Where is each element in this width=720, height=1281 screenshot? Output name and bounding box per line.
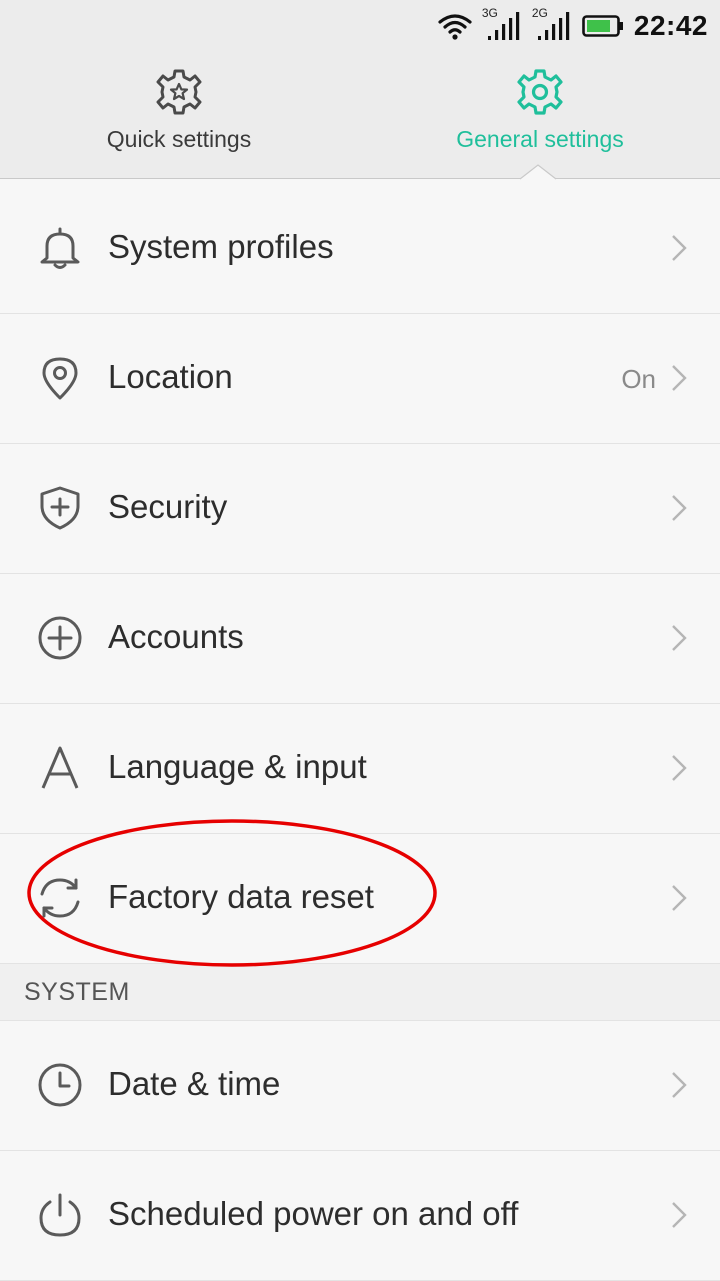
bell-icon [40,227,80,269]
chevron-right-icon [672,755,687,781]
language-input-label: Language & input [108,748,367,785]
chevron-right-icon [672,495,687,521]
location-label: Location [108,358,233,395]
section-header-system: SYSTEM [0,964,720,1021]
wifi-icon [438,14,472,40]
date-time-label: Date & time [108,1065,281,1102]
security-label: Security [108,488,228,525]
section-title-system: SYSTEM [24,978,130,1006]
chevron-right-icon [672,365,687,391]
tab-general-settings[interactable]: General settings [390,66,690,153]
settings-item-date-time[interactable]: Date & time [0,1021,720,1151]
settings-header: Quick settings General settings [0,52,720,178]
chevron-right-icon [672,1072,687,1098]
signal-3g-icon: 3G [482,6,522,44]
settings-item-scheduled-power[interactable]: Scheduled power on and off [0,1151,720,1281]
status-bar: 3G 2G 22:42 [0,0,720,52]
status-time: 22:42 [633,10,708,41]
settings-item-security[interactable]: Security [0,444,720,574]
gear-icon [517,69,563,115]
tab-general-settings-label: General settings [456,126,624,152]
shield-plus-icon [40,486,80,530]
refresh-icon [40,878,80,918]
settings-item-system-profiles[interactable]: System profiles [0,184,720,314]
active-tab-pointer [520,164,557,180]
accounts-label: Accounts [108,618,244,655]
settings-item-language-input[interactable]: Language & input [0,704,720,834]
chevron-right-icon [672,885,687,911]
system-profiles-label: System profiles [108,228,334,265]
clock-icon [38,1063,82,1107]
chevron-right-icon [672,625,687,651]
location-status-value: On [621,364,656,394]
plus-circle-icon [38,616,82,660]
factory-data-reset-label: Factory data reset [108,878,374,915]
settings-list: System profiles Location On Security Acc… [0,184,720,1281]
scheduled-power-label: Scheduled power on and off [108,1195,519,1232]
tab-quick-settings[interactable]: Quick settings [29,66,329,153]
settings-item-accounts[interactable]: Accounts [0,574,720,704]
chevron-right-icon [672,1202,687,1228]
location-pin-icon [42,357,78,400]
gear-star-icon [156,69,202,115]
letter-a-icon [41,746,79,789]
battery-icon [582,15,623,37]
settings-item-location[interactable]: Location On [0,314,720,444]
power-icon [39,1193,81,1237]
header-divider [0,178,720,179]
settings-item-factory-data-reset[interactable]: Factory data reset [0,834,720,964]
tab-quick-settings-label: Quick settings [106,126,252,152]
signal-2g-icon: 2G [532,6,572,44]
chevron-right-icon [672,235,687,261]
